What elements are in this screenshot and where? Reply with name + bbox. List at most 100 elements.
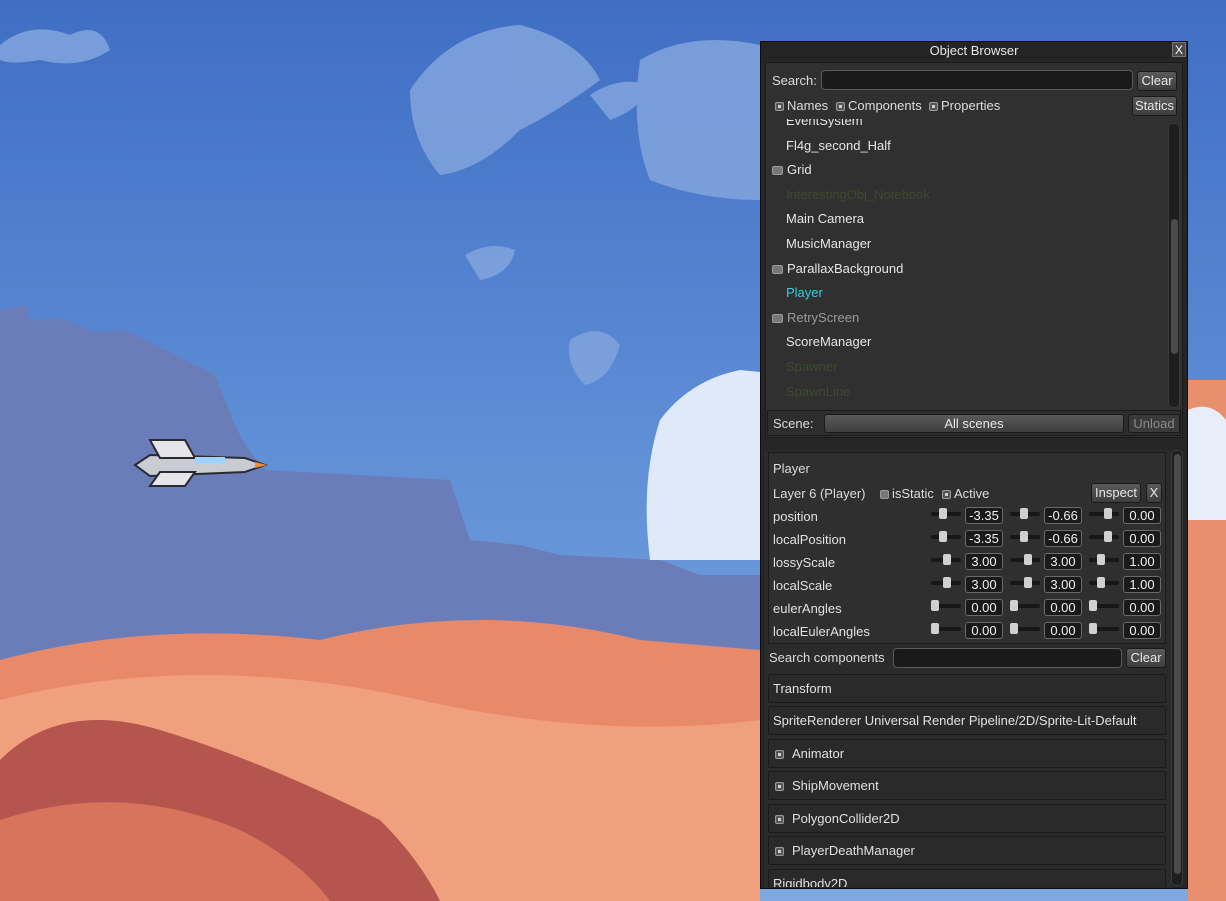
- value-slider[interactable]: [1010, 554, 1040, 565]
- object-list-item[interactable]: ScoreManager: [786, 334, 871, 349]
- inspector-close-button[interactable]: X: [1146, 483, 1162, 503]
- value-slider[interactable]: [1010, 531, 1040, 542]
- slider-knob[interactable]: [931, 623, 939, 634]
- slider-knob[interactable]: [1089, 623, 1097, 634]
- slider-knob[interactable]: [943, 577, 951, 588]
- value-slider[interactable]: [931, 623, 961, 634]
- value-slider[interactable]: [1089, 600, 1119, 611]
- value-slider[interactable]: [1010, 623, 1040, 634]
- object-list-item[interactable]: ParallaxBackground: [772, 261, 903, 276]
- value-field[interactable]: -0.66: [1044, 530, 1082, 547]
- component-enabled-checkbox[interactable]: [775, 750, 784, 759]
- filter-components-checkbox[interactable]: [836, 102, 845, 111]
- object-list-item[interactable]: Grid: [772, 162, 812, 177]
- value-field[interactable]: 0.00: [1123, 530, 1161, 547]
- slider-knob[interactable]: [1104, 508, 1112, 519]
- value-slider[interactable]: [931, 577, 961, 588]
- object-toggle-checkbox[interactable]: [772, 313, 783, 323]
- object-list-item[interactable]: Spawner: [786, 359, 837, 374]
- search-input[interactable]: [821, 70, 1133, 90]
- value-slider[interactable]: [931, 600, 961, 611]
- filter-properties[interactable]: Properties: [929, 98, 1000, 113]
- value-field[interactable]: -3.35: [965, 530, 1003, 547]
- component-row[interactable]: PlayerDeathManager: [768, 836, 1166, 865]
- filter-properties-checkbox[interactable]: [929, 102, 938, 111]
- value-field[interactable]: 0.00: [965, 622, 1003, 639]
- slider-knob[interactable]: [939, 531, 947, 542]
- object-list-item[interactable]: SpawnLine: [786, 384, 850, 399]
- window-title-bar[interactable]: Object Browser: [761, 42, 1187, 59]
- inspector-scrollbar[interactable]: [1171, 450, 1183, 886]
- value-field[interactable]: 0.00: [1044, 599, 1082, 616]
- scene-selector[interactable]: All scenes: [824, 414, 1124, 433]
- component-row[interactable]: Transform: [768, 674, 1166, 703]
- value-field[interactable]: 0.00: [965, 599, 1003, 616]
- value-field[interactable]: 0.00: [1123, 507, 1161, 524]
- unload-button[interactable]: Unload: [1128, 414, 1180, 433]
- component-enabled-checkbox[interactable]: [775, 815, 784, 824]
- filter-names-checkbox[interactable]: [775, 102, 784, 111]
- slider-knob[interactable]: [931, 600, 939, 611]
- object-toggle-checkbox[interactable]: [772, 166, 783, 176]
- search-components-clear-button[interactable]: Clear: [1126, 648, 1166, 668]
- value-slider[interactable]: [1010, 508, 1040, 519]
- value-field[interactable]: -3.35: [965, 507, 1003, 524]
- value-slider[interactable]: [1089, 508, 1119, 519]
- value-slider[interactable]: [931, 508, 961, 519]
- slider-knob[interactable]: [943, 554, 951, 565]
- slider-knob[interactable]: [1024, 577, 1032, 588]
- value-field[interactable]: 3.00: [965, 553, 1003, 570]
- value-slider[interactable]: [1010, 577, 1040, 588]
- is-static-toggle[interactable]: isStatic: [880, 486, 934, 501]
- object-list-item[interactable]: InterestingObj_Notebook: [786, 187, 930, 202]
- value-slider[interactable]: [1089, 531, 1119, 542]
- value-field[interactable]: 0.00: [1044, 622, 1082, 639]
- object-browser-window[interactable]: Object Browser X Search: Clear Names Com…: [760, 41, 1188, 889]
- value-field[interactable]: 1.00: [1123, 553, 1161, 570]
- object-list-scroll-thumb[interactable]: [1171, 219, 1178, 354]
- component-enabled-checkbox[interactable]: [775, 847, 784, 856]
- slider-knob[interactable]: [1010, 600, 1018, 611]
- value-slider[interactable]: [931, 554, 961, 565]
- component-row[interactable]: Animator: [768, 739, 1166, 768]
- component-enabled-checkbox[interactable]: [775, 782, 784, 791]
- value-slider[interactable]: [1010, 600, 1040, 611]
- slider-knob[interactable]: [939, 508, 947, 519]
- slider-knob[interactable]: [1097, 554, 1105, 565]
- value-slider[interactable]: [1089, 577, 1119, 588]
- slider-knob[interactable]: [1020, 508, 1028, 519]
- object-list-item[interactable]: Player: [786, 285, 823, 300]
- value-field[interactable]: 1.00: [1123, 576, 1161, 593]
- object-list-item[interactable]: RetryScreen: [772, 310, 859, 325]
- filter-names[interactable]: Names: [775, 98, 828, 113]
- component-row[interactable]: SpriteRenderer Universal Render Pipeline…: [768, 706, 1166, 735]
- value-field[interactable]: 3.00: [965, 576, 1003, 593]
- filter-components[interactable]: Components: [836, 98, 922, 113]
- statics-button[interactable]: Statics: [1132, 96, 1177, 116]
- slider-knob[interactable]: [1024, 554, 1032, 565]
- active-checkbox[interactable]: [942, 490, 951, 499]
- object-list-item[interactable]: Fl4g_second_Half: [786, 138, 891, 153]
- value-slider[interactable]: [931, 531, 961, 542]
- inspect-button[interactable]: Inspect: [1091, 483, 1141, 503]
- component-row[interactable]: Rigidbody2D: [768, 869, 1166, 887]
- slider-knob[interactable]: [1104, 531, 1112, 542]
- object-list-scrollbar[interactable]: [1168, 123, 1180, 408]
- component-row[interactable]: ShipMovement: [768, 771, 1166, 800]
- value-field[interactable]: 0.00: [1123, 622, 1161, 639]
- object-list-item[interactable]: Main Camera: [786, 211, 864, 226]
- slider-knob[interactable]: [1010, 623, 1018, 634]
- value-field[interactable]: 0.00: [1123, 599, 1161, 616]
- slider-knob[interactable]: [1097, 577, 1105, 588]
- inspector-scroll-thumb[interactable]: [1174, 454, 1181, 874]
- is-static-checkbox[interactable]: [880, 490, 889, 499]
- window-close-button[interactable]: X: [1172, 42, 1186, 57]
- value-slider[interactable]: [1089, 554, 1119, 565]
- object-list-item[interactable]: EventSystem: [786, 119, 863, 128]
- search-clear-button[interactable]: Clear: [1137, 71, 1177, 91]
- active-toggle[interactable]: Active: [942, 486, 989, 501]
- value-field[interactable]: 3.00: [1044, 553, 1082, 570]
- value-field[interactable]: 3.00: [1044, 576, 1082, 593]
- object-list-item[interactable]: MusicManager: [786, 236, 871, 251]
- object-toggle-checkbox[interactable]: [772, 264, 783, 274]
